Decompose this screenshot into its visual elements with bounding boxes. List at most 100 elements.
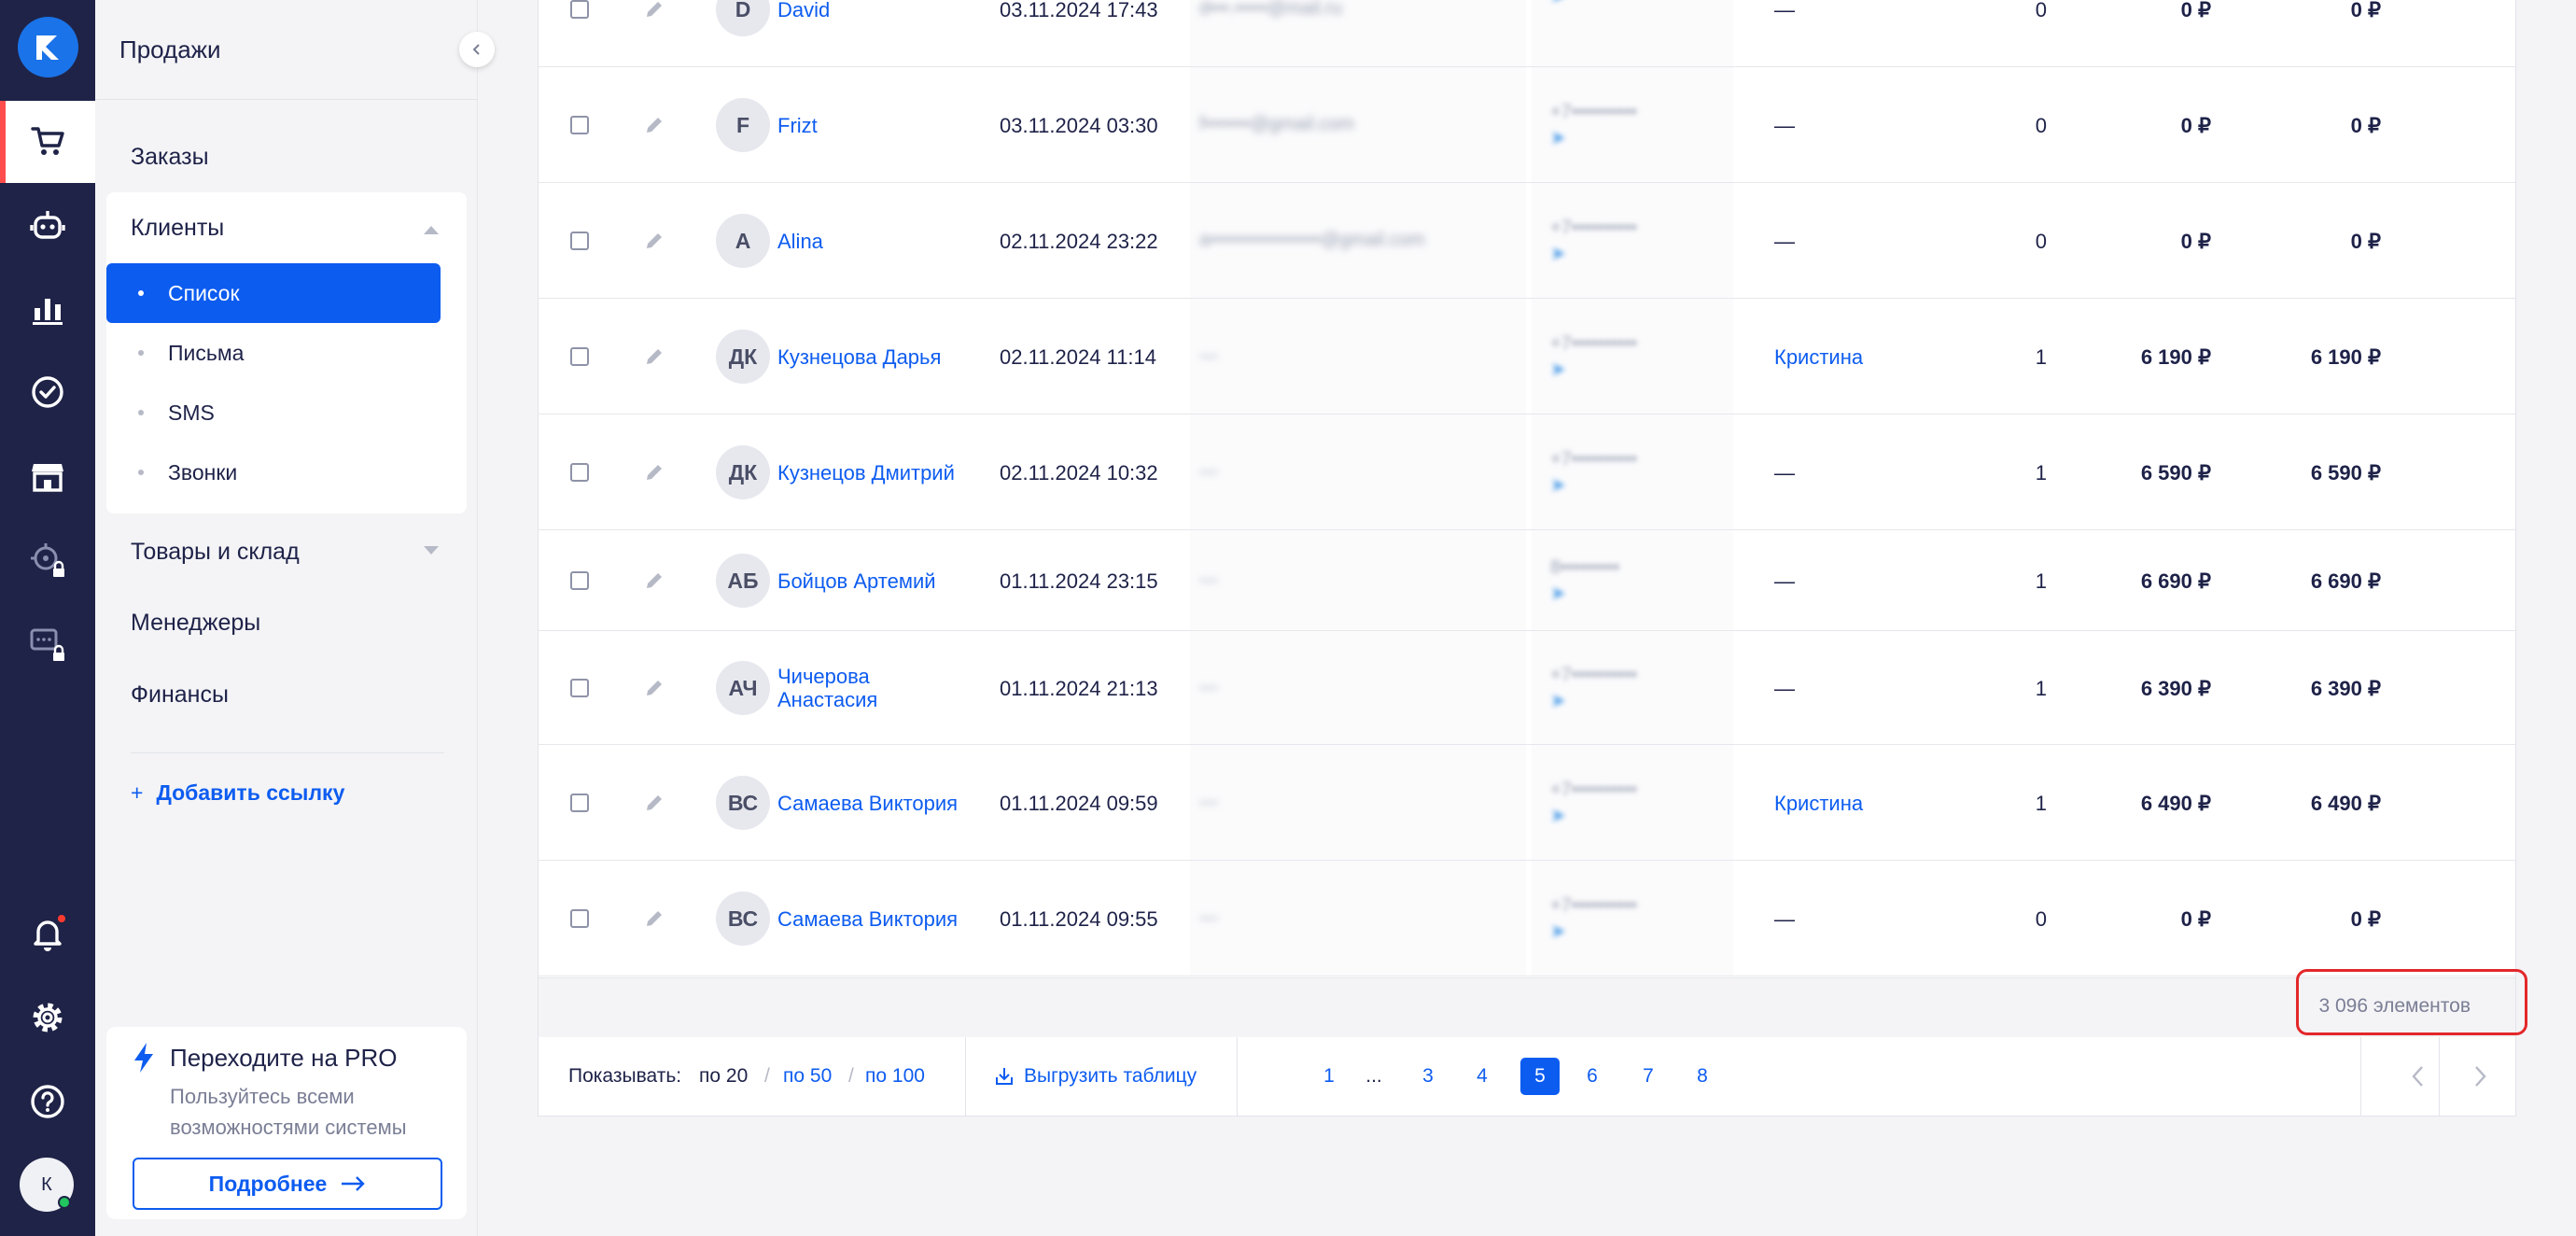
table-row[interactable]: F Frizt 03.11.2024 03:30 f•••••••@gmail.com… xyxy=(539,67,2515,183)
client-phone-blurred: +7•••••••••• ➤ xyxy=(1550,892,1718,945)
client-phone-text: +7•••••••••• xyxy=(1550,665,1637,685)
export-table-button[interactable]: Выгрузить таблицу xyxy=(994,1065,1197,1088)
client-avatar: F xyxy=(716,98,770,152)
client-name-link[interactable]: Бойцов Артемий xyxy=(777,557,964,604)
telegram-icon[interactable]: ➤ xyxy=(1550,803,1718,829)
pro-more-button[interactable]: Подробнее xyxy=(133,1158,442,1210)
page-button[interactable]: 8 xyxy=(1683,1058,1722,1095)
rail-target-locked-icon[interactable] xyxy=(0,519,95,601)
edit-pencil-icon[interactable] xyxy=(643,230,665,252)
sidebar-subitem-calls[interactable]: Звонки xyxy=(106,442,441,502)
client-name-link[interactable]: Чичерова Анастасия xyxy=(777,665,964,711)
edit-pencil-icon[interactable] xyxy=(643,461,665,484)
client-manager[interactable]: Кристина xyxy=(1774,792,1863,816)
sidebar-item-clients[interactable]: Клиенты xyxy=(131,215,224,242)
client-orders-sum: 0 ₽ xyxy=(2180,907,2211,931)
rail-help-icon[interactable] xyxy=(0,1060,95,1143)
edit-pencil-icon[interactable] xyxy=(643,114,665,136)
client-phone-blurred: +7•••••••••• ➤ xyxy=(1550,777,1718,829)
row-checkbox[interactable] xyxy=(570,347,589,366)
telegram-icon[interactable]: ➤ xyxy=(1550,919,1718,945)
sidebar-item-finance[interactable]: Финансы xyxy=(131,681,229,709)
table-row[interactable]: ВС Самаева Виктория 01.11.2024 09:59 — +7•••… xyxy=(539,745,2515,861)
telegram-icon[interactable]: ➤ xyxy=(1550,125,1718,151)
row-checkbox[interactable] xyxy=(570,232,589,250)
rail-notifications-bell-icon[interactable] xyxy=(0,892,95,975)
table-row[interactable]: ВС Самаева Виктория 01.11.2024 09:55 — +7•••… xyxy=(539,861,2515,976)
client-manager: — xyxy=(1774,114,1795,137)
row-checkbox[interactable] xyxy=(570,571,589,590)
client-name-link[interactable]: Самаева Виктория xyxy=(777,895,964,942)
telegram-icon[interactable]: ➤ xyxy=(1550,0,1718,9)
client-manager: — xyxy=(1774,0,1795,21)
per-page-100[interactable]: по 100 xyxy=(865,1065,925,1088)
client-name-link[interactable]: David xyxy=(777,0,964,33)
client-name: Бойцов Артемий xyxy=(777,569,936,593)
edit-pencil-icon[interactable] xyxy=(643,0,665,21)
edit-pencil-icon[interactable] xyxy=(643,792,665,814)
row-checkbox[interactable] xyxy=(570,679,589,697)
client-name-link[interactable]: Кузнецова Дарья xyxy=(777,333,964,380)
next-page-button[interactable] xyxy=(2461,1058,2499,1095)
edit-pencil-icon[interactable] xyxy=(643,569,665,592)
client-name-link[interactable]: Frizt xyxy=(777,102,964,148)
chevron-right-icon xyxy=(2475,1066,2486,1087)
row-checkbox[interactable] xyxy=(570,116,589,134)
page-button[interactable]: 5 xyxy=(1520,1058,1560,1095)
table-row[interactable]: АБ Бойцов Артемий 01.11.2024 23:15 — 8••••••… xyxy=(539,530,2515,631)
per-page-20[interactable]: по 20 xyxy=(699,1065,748,1088)
rail-tasks-check-icon[interactable] xyxy=(0,351,95,433)
client-name-link[interactable]: Самаева Виктория xyxy=(777,780,964,826)
page-button[interactable]: 6 xyxy=(1573,1058,1612,1095)
telegram-icon[interactable]: ➤ xyxy=(1550,472,1718,499)
sidebar-item-goods[interactable]: Товары и склад xyxy=(131,539,300,566)
telegram-icon[interactable]: ➤ xyxy=(1550,581,1718,607)
pro-more-label: Подробнее xyxy=(208,1171,328,1196)
edit-pencil-icon[interactable] xyxy=(643,907,665,930)
client-orders-sum: 6 490 ₽ xyxy=(2140,792,2211,815)
chevron-up-icon[interactable] xyxy=(424,226,439,234)
page-button[interactable]: 7 xyxy=(1629,1058,1668,1095)
edit-pencil-icon[interactable] xyxy=(643,345,665,368)
client-initials: ДК xyxy=(728,344,758,369)
chevron-down-icon[interactable] xyxy=(424,546,439,555)
row-checkbox[interactable] xyxy=(570,0,589,19)
table-summary-bar: 3 096 элементов xyxy=(539,977,2515,1037)
row-checkbox[interactable] xyxy=(570,463,589,482)
telegram-icon[interactable]: ➤ xyxy=(1550,688,1718,714)
rail-chat-locked-icon[interactable] xyxy=(0,603,95,685)
table-row[interactable]: ДК Кузнецова Дарья 02.11.2024 11:14 — +7••••… xyxy=(539,299,2515,414)
rail-settings-gear-icon[interactable] xyxy=(0,976,95,1059)
telegram-icon[interactable]: ➤ xyxy=(1550,241,1718,267)
rail-store-icon[interactable] xyxy=(0,435,95,517)
page-button[interactable]: 4 xyxy=(1463,1058,1502,1095)
rail-analytics-icon[interactable] xyxy=(0,267,95,349)
row-checkbox[interactable] xyxy=(570,909,589,928)
add-link-button[interactable]: + Добавить ссылку xyxy=(131,780,344,806)
page-button[interactable]: 3 xyxy=(1408,1058,1448,1095)
edit-pencil-icon[interactable] xyxy=(643,677,665,699)
rail-bot-icon[interactable] xyxy=(0,185,95,267)
sidebar-collapse-button[interactable] xyxy=(459,32,495,67)
prev-page-button[interactable] xyxy=(2400,1058,2437,1095)
row-checkbox[interactable] xyxy=(570,794,589,812)
sidebar-subitem-sms[interactable]: SMS xyxy=(106,383,441,442)
client-manager[interactable]: Кристина xyxy=(1774,345,1863,370)
table-row[interactable]: D David 03.11.2024 17:43 d•••.•••••@mail.ru… xyxy=(539,0,2515,67)
client-name-link[interactable]: Кузнецов Дмитрий xyxy=(777,449,964,496)
sidebar-item-orders[interactable]: Заказы xyxy=(131,144,209,171)
table-row[interactable]: A Alina 02.11.2024 23:22 a•••••••••••••••••… xyxy=(539,183,2515,299)
app-logo-icon[interactable] xyxy=(18,17,78,77)
rail-sales-cart-icon[interactable] xyxy=(0,101,95,183)
sidebar-subitem-letters[interactable]: Письма xyxy=(106,323,441,383)
client-total-sum: 0 ₽ xyxy=(2350,0,2381,21)
per-page-50[interactable]: по 50 xyxy=(783,1065,832,1088)
sidebar-item-managers[interactable]: Менеджеры xyxy=(131,610,260,637)
telegram-icon[interactable]: ➤ xyxy=(1550,357,1718,383)
page-button[interactable]: 1 xyxy=(1309,1058,1349,1095)
chevron-left-icon xyxy=(2412,1066,2423,1087)
table-row[interactable]: АЧ Чичерова Анастасия 01.11.2024 21:13 — +7•… xyxy=(539,631,2515,745)
client-name-link[interactable]: Alina xyxy=(777,218,964,264)
sidebar-subitem-list[interactable]: Список xyxy=(106,263,441,323)
table-row[interactable]: ДК Кузнецов Дмитрий 02.11.2024 10:32 — +7•••… xyxy=(539,414,2515,530)
